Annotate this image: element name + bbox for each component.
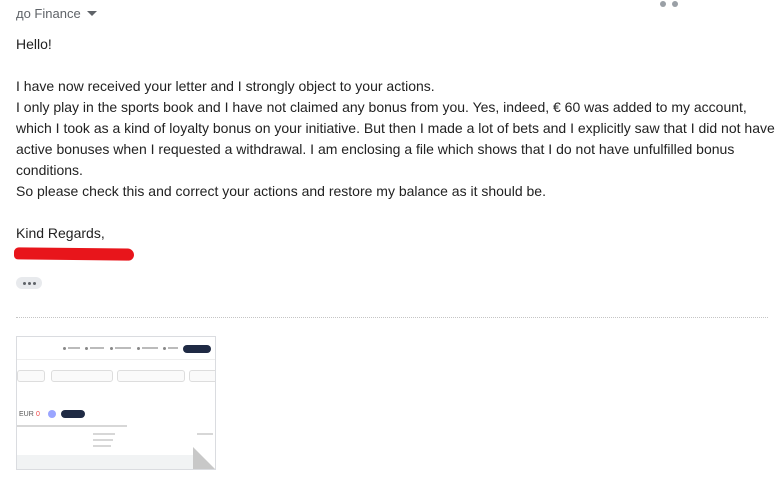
- preview-currency: EUR: [19, 411, 34, 418]
- show-trimmed-content-button[interactable]: [16, 277, 42, 289]
- dot-icon: [32, 281, 36, 285]
- dot-icon: [27, 281, 31, 285]
- preview-balance: 0: [36, 411, 40, 418]
- signature-redaction: [13, 247, 135, 261]
- greeting: Hello!: [16, 36, 52, 52]
- preview-nav: [17, 337, 215, 360]
- preview-cta: [61, 410, 85, 418]
- closing: Kind Regards,: [16, 225, 105, 241]
- dot-icon: [22, 281, 26, 285]
- screenshot-preview: EUR 0: [17, 337, 215, 455]
- message-body: Hello! I have now received your letter a…: [16, 34, 776, 244]
- recipient-line[interactable]: до Finance: [16, 6, 97, 21]
- coin-icon: [48, 410, 56, 418]
- recipient-label: до Finance: [16, 6, 81, 21]
- divider: [16, 317, 768, 318]
- attachment-thumbnail[interactable]: EUR 0: [16, 336, 216, 470]
- folded-corner-icon: [193, 447, 215, 469]
- chevron-down-icon[interactable]: [86, 11, 97, 16]
- paragraph-2: I only play in the sports book and I hav…: [16, 99, 775, 178]
- paragraph-3: So please check this and correct your ac…: [16, 183, 546, 199]
- toolbar-partial: [660, 0, 690, 7]
- paragraph-1: I have now received your letter and I st…: [16, 78, 435, 94]
